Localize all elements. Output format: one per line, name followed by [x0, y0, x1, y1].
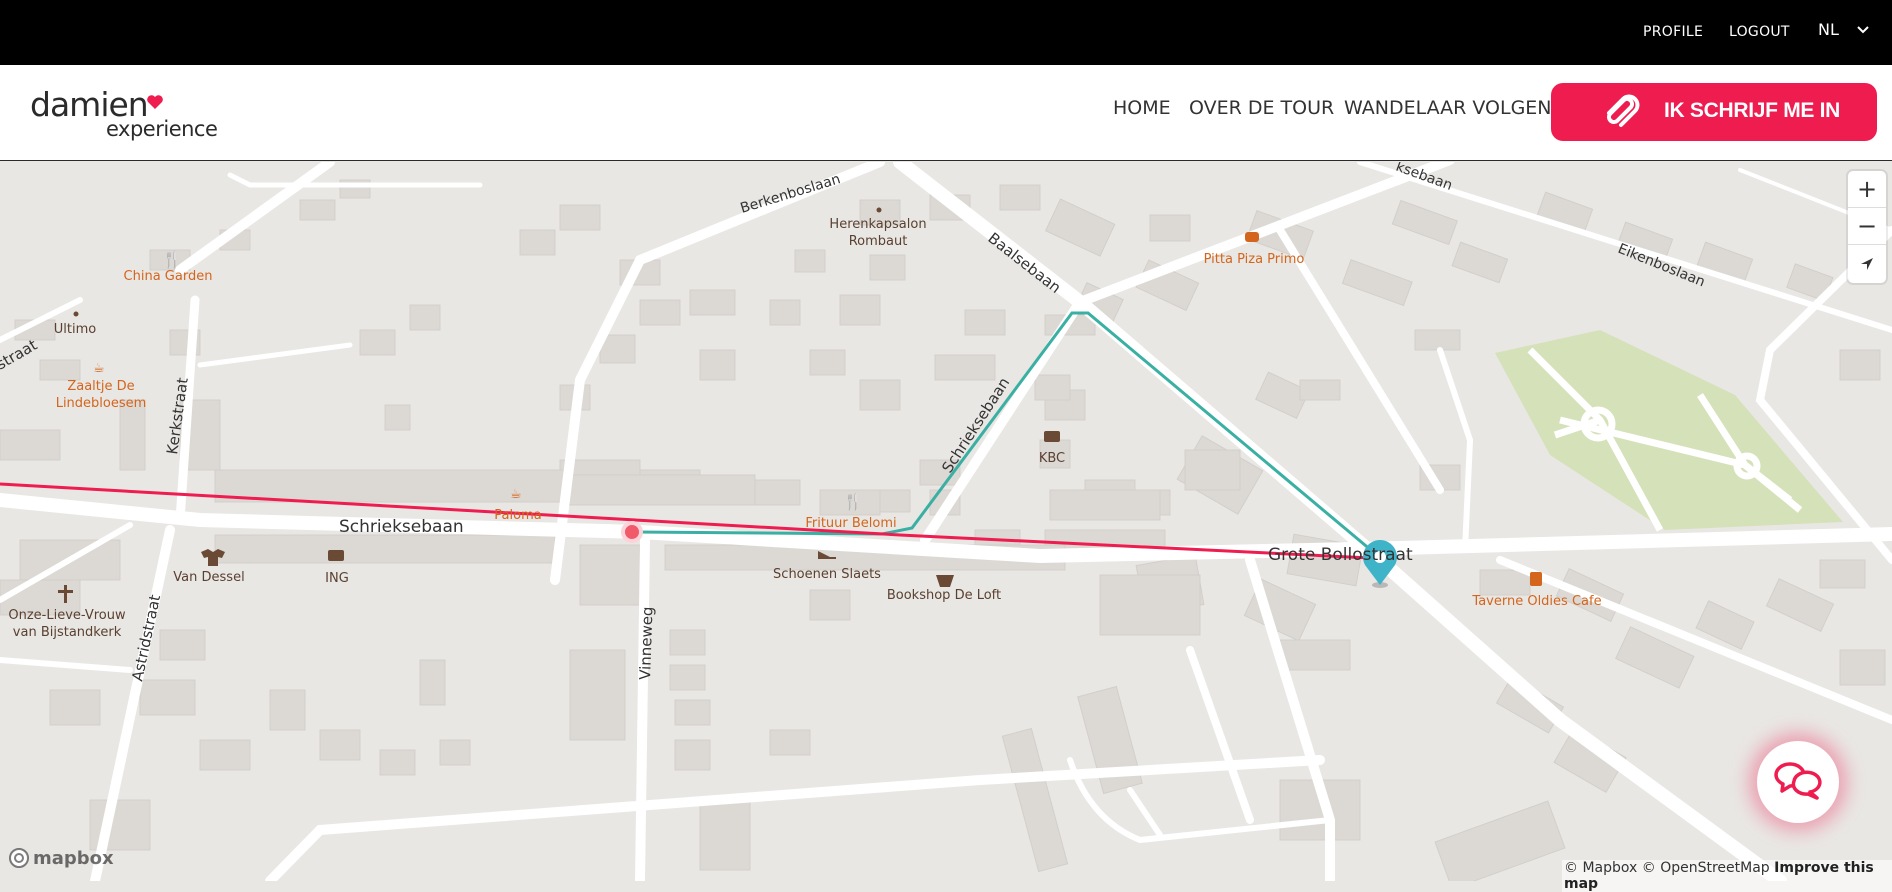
poi-label: Frituur Belomi	[805, 516, 896, 531]
chat-bubbles-icon	[1774, 762, 1822, 800]
fork-knife-icon: 🍴	[162, 250, 182, 269]
damien-logo[interactable]: damien experience	[30, 85, 230, 143]
logout-link[interactable]: LOGOUT	[1729, 24, 1790, 40]
double-heart-icon	[1607, 94, 1640, 127]
compass-button[interactable]	[1848, 245, 1886, 282]
mapbox-icon	[9, 848, 29, 868]
poi-label: ING	[325, 571, 349, 586]
attribution-text[interactable]: © Mapbox © OpenStreetMap	[1564, 860, 1770, 876]
chat-button[interactable]	[1757, 741, 1839, 823]
top-bar: PROFILE LOGOUT NL	[0, 0, 1892, 65]
zoom-controls: + −	[1848, 171, 1886, 283]
mapbox-logo-text: mapbox	[33, 847, 114, 869]
poi-label: Van Dessel	[173, 570, 244, 585]
register-button[interactable]: IK SCHRIJF ME IN	[1551, 83, 1877, 141]
chevron-down-icon	[1857, 25, 1869, 33]
map-attribution: © Mapbox © OpenStreetMap Improve this ma…	[1562, 860, 1892, 892]
register-button-label: IK SCHRIJF ME IN	[1664, 99, 1841, 122]
mapbox-logo[interactable]: mapbox	[8, 847, 114, 869]
map-canvas: 🍴 ☕ ☕ 🍴 Schrieksebaan Berkenboslaan Baal…	[0, 162, 1892, 881]
compass-icon	[1861, 257, 1873, 270]
street-label: Vinneweg	[636, 606, 657, 680]
profile-link[interactable]: PROFILE	[1643, 24, 1703, 40]
poi-label: Schoenen Slaets	[773, 567, 881, 582]
language-label: NL	[1818, 20, 1839, 39]
zoom-in-button[interactable]: +	[1848, 171, 1886, 208]
poi-label: Taverne Oldies Cafe	[1471, 594, 1601, 609]
poi-label: Pitta Piza Primo	[1204, 252, 1305, 267]
nav-over-de-tour[interactable]: OVER DE TOUR	[1189, 97, 1334, 119]
poi-label: Bookshop De Loft	[887, 588, 1001, 603]
poi-label: China Garden	[124, 269, 213, 284]
nav-wandelaar-volgen[interactable]: WANDELAAR VOLGEN	[1344, 97, 1552, 119]
poi-label: KBC	[1039, 451, 1065, 466]
zoom-out-button[interactable]: −	[1848, 208, 1886, 245]
start-dot	[621, 521, 643, 543]
street-label: Schrieksebaan	[339, 517, 464, 537]
poi-label: Ultimo	[54, 322, 96, 337]
language-selector[interactable]: NL	[1818, 20, 1869, 39]
site-header: damien experience HOME OVER DE TOUR WAND…	[0, 65, 1892, 161]
cup-icon: ☕	[93, 361, 105, 376]
heart-icon	[147, 95, 163, 109]
route-map[interactable]: 🍴 ☕ ☕ 🍴 Schrieksebaan Berkenboslaan Baal…	[0, 162, 1892, 881]
cup-icon: ☕	[510, 487, 522, 502]
poi-label: Paloma	[494, 508, 541, 523]
street-label: Grote Bollostraat	[1268, 545, 1413, 565]
fork-knife-icon: 🍴	[843, 492, 863, 511]
nav-home[interactable]: HOME	[1113, 97, 1171, 119]
logo-text-experience: experience	[106, 117, 218, 141]
